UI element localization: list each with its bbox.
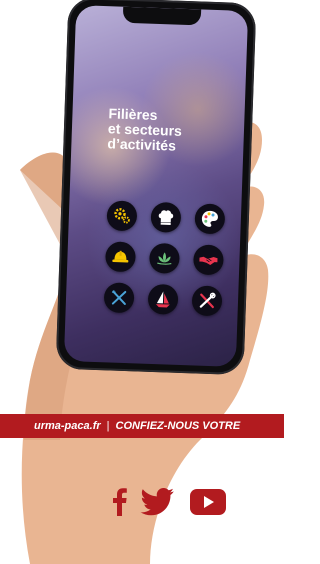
twitter-icon[interactable]: [140, 488, 174, 521]
youtube-icon[interactable]: [190, 489, 226, 520]
chef-hat-icon[interactable]: [150, 201, 182, 233]
screen-title: Filières et secteurs d’activités: [107, 105, 238, 156]
phone-notch: [122, 6, 202, 26]
website-link[interactable]: urma-paca.fr: [34, 420, 101, 432]
banner-tagline: CONFIEZ-NOUS VOTRE: [115, 420, 241, 432]
footer-banner: urma-paca.fr | CONFIEZ-NOUS VOTRE: [0, 414, 284, 438]
banner-separator: |: [106, 420, 110, 432]
sector-icon-grid: [103, 200, 226, 317]
lotus-icon[interactable]: [148, 242, 180, 274]
paint-palette-icon[interactable]: [194, 203, 226, 235]
smartphone: Filières et secteurs d’activités: [55, 0, 257, 376]
tools-icon[interactable]: [191, 285, 223, 317]
social-links: [0, 486, 284, 516]
handshake-icon[interactable]: [192, 244, 224, 276]
sailboat-icon[interactable]: [147, 283, 179, 315]
gears-icon[interactable]: [106, 200, 138, 232]
facebook-icon[interactable]: [112, 486, 128, 521]
fork-knife-icon[interactable]: [103, 282, 135, 314]
hard-hat-icon[interactable]: [104, 241, 137, 273]
phone-screen: Filières et secteurs d’activités: [63, 5, 249, 367]
